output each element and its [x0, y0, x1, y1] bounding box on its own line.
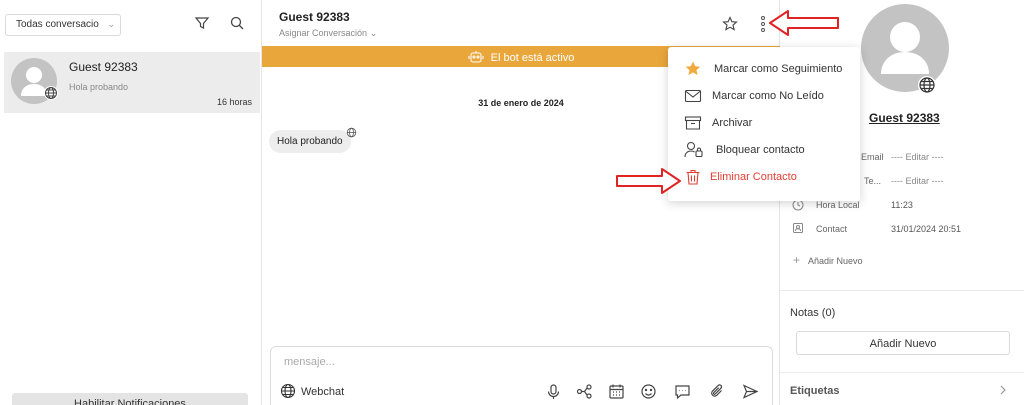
phone-field-label: Te...	[864, 176, 882, 186]
plus-icon: +	[793, 253, 801, 267]
divider	[780, 290, 1024, 291]
emoji-icon[interactable]	[640, 383, 657, 400]
menu-item-label: Eliminar Contacto	[710, 171, 797, 183]
add-field-button[interactable]: + Añadir Nuevo	[793, 253, 863, 267]
contact-avatar	[861, 4, 949, 92]
conversation-list-item[interactable]: Guest 92383 Hola probando 16 horas	[4, 52, 260, 113]
conversation-preview: Hola probando	[69, 82, 129, 92]
globe-icon	[280, 383, 296, 399]
phone-field-edit[interactable]: ---- Editar ----	[891, 176, 944, 186]
notes-title: Notas (0)	[790, 307, 836, 319]
menu-item-label: Marcar como Seguimiento	[714, 63, 843, 75]
local-time-value: 11:23	[891, 200, 913, 210]
chevron-right-icon[interactable]	[999, 385, 1007, 395]
channel-label: Webchat	[301, 386, 345, 398]
conversation-options-menu: Marcar como Seguimiento Marcar como No L…	[668, 47, 860, 201]
divider	[780, 372, 1024, 373]
contact-name[interactable]: Guest 92383	[869, 111, 940, 125]
annotation-arrow-icon	[769, 10, 839, 36]
email-field-edit[interactable]: ---- Editar ----	[891, 152, 944, 162]
globe-icon	[44, 86, 58, 100]
tags-section-title[interactable]: Etiquetas	[790, 385, 840, 397]
archive-icon	[684, 116, 702, 130]
search-icon[interactable]	[229, 15, 245, 31]
add-field-label: Añadir Nuevo	[808, 256, 863, 266]
calendar-icon[interactable]	[608, 383, 625, 400]
robot-icon	[468, 51, 484, 63]
attachment-icon[interactable]	[709, 383, 726, 400]
annotation-arrow-icon	[616, 168, 681, 194]
assign-conversation-label: Asignar Conversación	[279, 28, 368, 38]
block-contact-item[interactable]: Bloquear contacto	[668, 138, 860, 162]
chevron-down-icon: ⌄	[107, 19, 115, 29]
archive-item[interactable]: Archivar	[668, 111, 860, 135]
star-icon[interactable]	[722, 16, 738, 32]
microphone-icon[interactable]	[545, 383, 562, 400]
assign-conversation-dropdown[interactable]: Asignar Conversación ⌄	[279, 28, 377, 39]
conversation-list-panel: Todas conversacio ⌄ Guest 92383 Hola pro…	[0, 0, 262, 405]
contact-card-icon	[793, 223, 803, 233]
trash-icon	[686, 169, 700, 185]
menu-item-label: Marcar como No Leído	[712, 90, 824, 102]
menu-item-label: Archivar	[712, 117, 753, 129]
message-input[interactable]: mensaje...	[284, 356, 335, 368]
quick-reply-icon[interactable]	[674, 383, 691, 400]
local-time-label: Hora Local	[816, 200, 860, 210]
bot-banner-text: El bot está activo	[490, 52, 575, 64]
user-silhouette-icon	[881, 22, 929, 74]
star-filled-icon	[685, 61, 701, 76]
message-composer: mensaje... Webchat	[270, 346, 773, 405]
share-flow-icon[interactable]	[576, 383, 593, 400]
user-lock-icon	[684, 141, 703, 158]
chevron-down-icon: ⌄	[369, 28, 378, 38]
delete-contact-item[interactable]: Eliminar Contacto	[668, 165, 860, 189]
mark-follow-up-item[interactable]: Marcar como Seguimiento	[668, 57, 860, 81]
envelope-icon	[684, 89, 702, 103]
enable-notifications-button[interactable]: Habilitar Notificaciones	[12, 393, 248, 405]
chat-title: Guest 92383	[279, 10, 350, 24]
message-bubble: Hola probando	[269, 130, 351, 153]
globe-icon	[346, 127, 357, 138]
menu-item-label: Bloquear contacto	[716, 144, 805, 156]
contact-date-label: Contact	[816, 224, 848, 234]
conversation-name: Guest 92383	[69, 60, 138, 74]
conversation-filter-value: Todas conversacio	[16, 19, 99, 30]
send-icon[interactable]	[742, 383, 759, 400]
mark-unread-item[interactable]: Marcar como No Leído	[668, 84, 860, 108]
globe-icon	[918, 76, 936, 94]
add-note-button[interactable]: Añadir Nuevo	[796, 331, 1010, 355]
conversation-filter-select[interactable]: Todas conversacio ⌄	[5, 14, 121, 36]
email-field-label: Email	[861, 152, 884, 162]
filter-icon[interactable]	[194, 15, 210, 31]
channel-selector[interactable]: Webchat	[280, 383, 344, 399]
contact-date-value: 31/01/2024 20:51	[891, 224, 962, 234]
conversation-time: 16 horas	[216, 97, 252, 107]
